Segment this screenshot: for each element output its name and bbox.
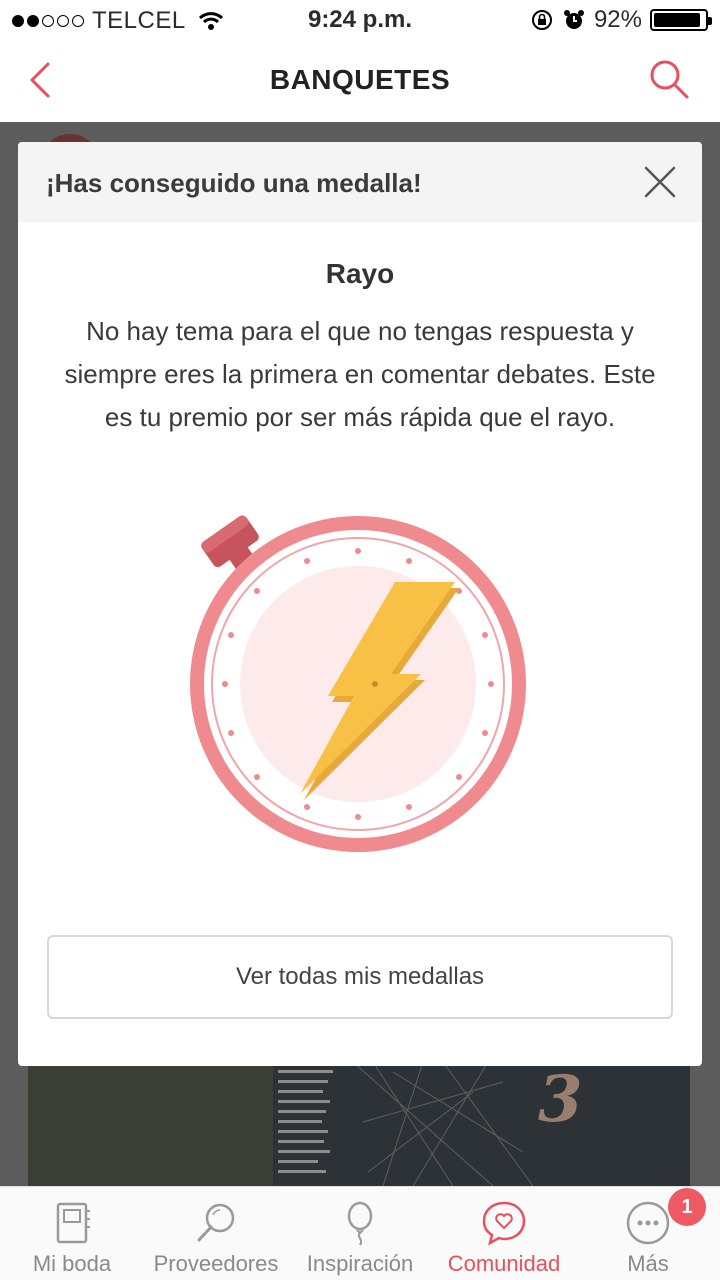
tab-mi-boda[interactable]: Mi boda: [0, 1187, 144, 1280]
tab-label: Más: [627, 1251, 669, 1276]
status-bar: TELCEL 9:24 p.m. 92%: [0, 0, 720, 40]
stopwatch-lightning-icon: [190, 515, 526, 852]
status-right: 92%: [530, 6, 712, 34]
tab-bar: Mi boda Proveedores Inspiración Comunida…: [0, 1186, 720, 1280]
view-all-medals-button[interactable]: Ver todas mis medallas: [47, 935, 673, 1019]
tab-comunidad[interactable]: Comunidad: [432, 1187, 576, 1280]
medal-description: No hay tema para el que no tengas respue…: [64, 316, 656, 432]
tab-proveedores[interactable]: Proveedores: [144, 1187, 288, 1280]
close-icon[interactable]: [642, 164, 678, 200]
modal-header: ¡Has conseguido una medalla!: [18, 142, 702, 222]
rotation-lock-icon: [531, 10, 552, 30]
search-icon[interactable]: [648, 58, 690, 100]
more-icon: [626, 1201, 670, 1245]
string-art-decoration: [278, 1062, 534, 1186]
alarm-icon: [563, 10, 584, 29]
table-number-decoration: 3: [538, 1062, 583, 1137]
tab-label: Proveedores: [153, 1251, 279, 1276]
medal-modal: ¡Has conseguido una medalla! Rayo No hay…: [18, 142, 702, 1066]
nav-bar: BANQUETES: [0, 40, 720, 122]
modal-title: ¡Has conseguido una medalla!: [46, 168, 422, 198]
tab-inspiracion[interactable]: Inspiración: [288, 1187, 432, 1280]
battery-icon: [650, 9, 712, 31]
tab-label: Mi boda: [32, 1251, 112, 1276]
tab-label: Comunidad: [447, 1251, 561, 1276]
battery-level: [654, 13, 700, 27]
search-icon: [197, 1203, 235, 1242]
heart-chat-icon: [482, 1201, 526, 1246]
notification-badge: 1: [668, 1188, 706, 1226]
tab-label: Inspiración: [306, 1251, 414, 1276]
background-photo: 3: [28, 1062, 690, 1186]
balloon-icon: [347, 1201, 373, 1246]
medal-name: Rayo: [325, 258, 395, 289]
battery-percent: 92%: [593, 6, 642, 33]
page-title: BANQUETES: [269, 64, 451, 95]
notebook-icon: [56, 1202, 90, 1244]
